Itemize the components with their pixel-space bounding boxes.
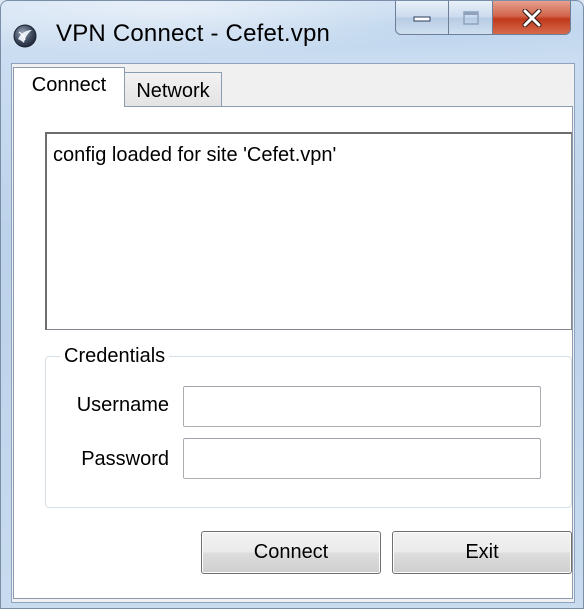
- status-log[interactable]: config loaded for site 'Cefet.vpn': [45, 132, 572, 330]
- minimize-icon: [413, 16, 431, 21]
- window-controls: [395, 1, 571, 37]
- password-input[interactable]: [183, 438, 541, 479]
- vpn-globe-icon: [13, 24, 37, 48]
- vpn-connect-window: VPN Connect - Cefet.vpn Connect Network …: [0, 0, 584, 609]
- title-bar[interactable]: VPN Connect - Cefet.vpn: [1, 1, 583, 63]
- log-line: config loaded for site 'Cefet.vpn': [53, 144, 337, 166]
- credentials-group: [45, 356, 572, 508]
- connect-button[interactable]: Connect: [201, 531, 381, 574]
- minimize-button[interactable]: [395, 1, 449, 35]
- exit-button[interactable]: Exit: [392, 531, 572, 574]
- username-input[interactable]: [183, 386, 541, 427]
- credentials-group-label: Credentials: [60, 345, 170, 368]
- tab-connect[interactable]: Connect: [13, 67, 125, 107]
- close-icon: [522, 8, 541, 27]
- maximize-button[interactable]: [449, 1, 493, 35]
- maximize-icon: [462, 10, 479, 25]
- close-button[interactable]: [493, 1, 571, 35]
- username-label: Username: [76, 394, 169, 416]
- window-title: VPN Connect - Cefet.vpn: [56, 20, 331, 47]
- tab-network[interactable]: Network: [125, 72, 222, 106]
- password-label: Password: [81, 448, 169, 470]
